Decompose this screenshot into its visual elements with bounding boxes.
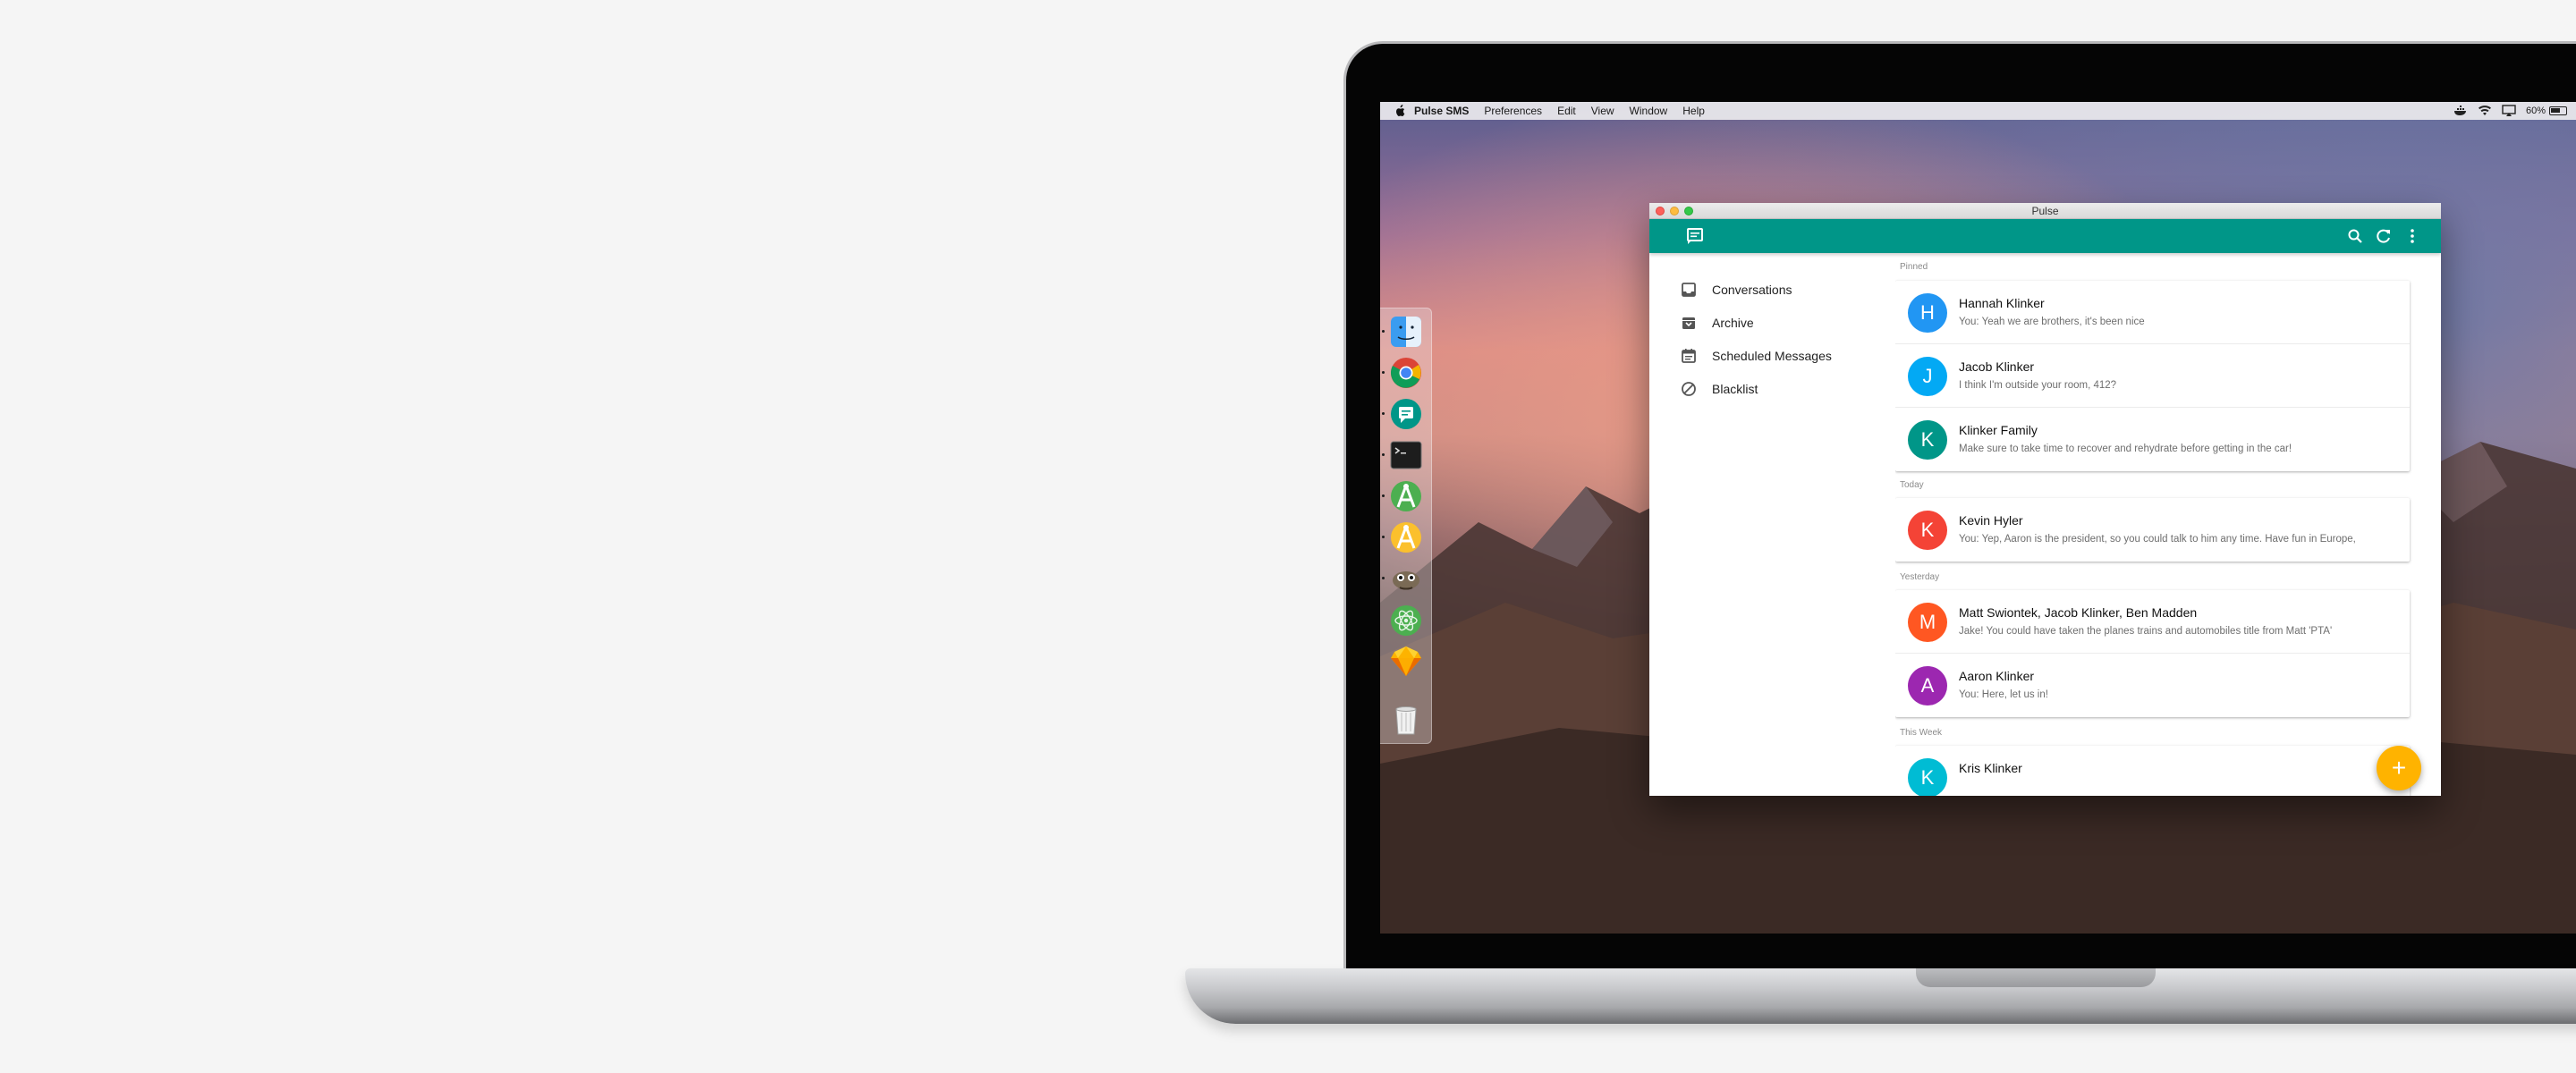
nav-archive[interactable]: Archive: [1680, 312, 1754, 334]
running-indicator: [1382, 536, 1385, 538]
menu-edit[interactable]: Edit: [1557, 105, 1576, 117]
conversation-item[interactable]: M Matt Swiontek, Jacob Klinker, Ben Madd…: [1895, 590, 2410, 654]
sketch-icon[interactable]: [1388, 643, 1424, 679]
inbox-icon: [1682, 283, 1696, 297]
avatar: J: [1908, 357, 1947, 396]
nav-label: Archive: [1712, 316, 1754, 330]
battery-icon: [2549, 106, 2567, 115]
side-navigation: Conversations Archive Scheduled Messages…: [1649, 253, 1895, 796]
search-icon[interactable]: [2345, 226, 2365, 246]
laptop-base: [1185, 968, 2576, 1024]
trash-icon[interactable]: [1388, 702, 1424, 738]
contact-name: Kevin Hyler: [1959, 513, 2023, 528]
pinned-card: H Hannah Klinker You: Yeah we are brothe…: [1895, 281, 2410, 471]
wifi-icon[interactable]: [2478, 105, 2492, 117]
chrome-icon[interactable]: [1388, 355, 1424, 391]
nav-scheduled-messages[interactable]: Scheduled Messages: [1680, 345, 1832, 367]
nav-label: Conversations: [1712, 283, 1792, 297]
pulse-app-window: Pulse Conversations Archive Scheduled Me…: [1649, 203, 2441, 796]
atom-icon[interactable]: [1388, 603, 1424, 638]
close-window-button[interactable]: [1656, 207, 1665, 215]
conversation-item[interactable]: J Jacob Klinker I think I'm outside your…: [1895, 344, 2410, 408]
laptop-notch: [1916, 968, 2156, 987]
contact-name: Klinker Family: [1959, 423, 2038, 437]
running-indicator: [1382, 412, 1385, 415]
section-header-yesterday: Yesterday: [1900, 572, 1940, 582]
block-icon: [1682, 382, 1696, 396]
gimp-icon[interactable]: [1388, 561, 1424, 596]
contact-name: Jacob Klinker: [1959, 359, 2035, 374]
message-snippet: Jake! You could have taken the planes tr…: [1959, 626, 2333, 637]
minimize-window-button[interactable]: [1670, 207, 1679, 215]
battery-percent: 60%: [2525, 106, 2546, 116]
section-header-today: Today: [1900, 480, 1924, 490]
menu-app-name[interactable]: Pulse SMS: [1414, 105, 1469, 117]
android-studio-canary-icon[interactable]: [1388, 520, 1424, 555]
screen-bezel-bottom: [1380, 934, 2576, 968]
terminal-icon[interactable]: [1388, 437, 1424, 473]
pulse-logo-icon[interactable]: [1685, 226, 1705, 246]
mac-menu-bar: Pulse SMS Preferences Edit View Window H…: [1380, 102, 2576, 120]
nav-label: Blacklist: [1712, 382, 1758, 396]
contact-name: Aaron Klinker: [1959, 669, 2035, 683]
refresh-icon[interactable]: [2374, 226, 2394, 246]
nav-label: Scheduled Messages: [1712, 349, 1832, 363]
app-toolbar: [1649, 219, 2441, 253]
nav-blacklist[interactable]: Blacklist: [1680, 378, 1758, 400]
menu-status-area: 60%: [2453, 102, 2576, 120]
this-week-card: K Kris Klinker: [1895, 746, 2410, 796]
new-message-fab[interactable]: +: [2377, 746, 2421, 790]
conversation-item[interactable]: K Klinker Family Make sure to take time …: [1895, 408, 2410, 471]
more-vert-icon[interactable]: [2402, 226, 2422, 246]
avatar: H: [1908, 293, 1947, 333]
window-controls: [1656, 207, 1693, 215]
message-snippet: You: Yeah we are brothers, it's been nic…: [1959, 317, 2145, 327]
docker-icon[interactable]: [2453, 105, 2468, 117]
message-snippet: Make sure to take time to recover and re…: [1959, 444, 2292, 454]
battery-indicator[interactable]: 60%: [2526, 106, 2567, 116]
menu-preferences[interactable]: Preferences: [1484, 105, 1542, 117]
avatar: K: [1908, 420, 1947, 460]
avatar: K: [1908, 758, 1947, 796]
contact-name: Matt Swiontek, Jacob Klinker, Ben Madden: [1959, 605, 2198, 620]
finder-icon[interactable]: [1388, 314, 1424, 350]
nav-conversations[interactable]: Conversations: [1680, 279, 1792, 300]
airplay-icon[interactable]: [2502, 105, 2516, 117]
apple-icon[interactable]: [1394, 105, 1406, 117]
window-title: Pulse: [2031, 205, 2059, 217]
conversation-item[interactable]: H Hannah Klinker You: Yeah we are brothe…: [1895, 281, 2410, 344]
android-studio-icon[interactable]: [1388, 478, 1424, 514]
yesterday-card: M Matt Swiontek, Jacob Klinker, Ben Madd…: [1895, 590, 2410, 717]
window-titlebar[interactable]: Pulse: [1649, 203, 2441, 219]
avatar: M: [1908, 603, 1947, 642]
menu-view[interactable]: View: [1591, 105, 1614, 117]
conversation-item[interactable]: K Kevin Hyler You: Yep, Aaron is the pre…: [1895, 498, 2410, 562]
today-card: K Kevin Hyler You: Yep, Aaron is the pre…: [1895, 498, 2410, 562]
conversation-item[interactable]: K Kris Klinker: [1895, 746, 2410, 796]
pulse-icon[interactable]: [1388, 396, 1424, 432]
conversation-list: Pinned H Hannah Klinker You: Yeah we are…: [1895, 253, 2441, 796]
conversation-item[interactable]: A Aaron Klinker You: Here, let us in!: [1895, 654, 2410, 717]
dock: [1380, 308, 1432, 744]
archive-icon: [1682, 317, 1695, 329]
message-snippet: You: Here, let us in!: [1959, 689, 2048, 700]
menu-help[interactable]: Help: [1682, 105, 1705, 117]
section-header-this-week: This Week: [1900, 728, 1943, 738]
message-snippet: I think I'm outside your room, 412?: [1959, 380, 2117, 391]
menu-window[interactable]: Window: [1630, 105, 1668, 117]
desktop-screen: Pulse SMS Preferences Edit View Window H…: [1380, 102, 2576, 934]
contact-name: Hannah Klinker: [1959, 296, 2045, 310]
running-indicator: [1382, 577, 1385, 579]
avatar: A: [1908, 666, 1947, 705]
maximize-window-button[interactable]: [1684, 207, 1693, 215]
section-header-pinned: Pinned: [1900, 262, 1928, 272]
message-snippet: You: Yep, Aaron is the president, so you…: [1959, 534, 2356, 545]
avatar: K: [1908, 511, 1947, 550]
running-indicator: [1382, 330, 1385, 333]
running-indicator: [1382, 494, 1385, 497]
contact-name: Kris Klinker: [1959, 761, 2022, 775]
running-indicator: [1382, 371, 1385, 374]
calendar-icon: [1682, 349, 1696, 363]
running-indicator: [1382, 453, 1385, 456]
